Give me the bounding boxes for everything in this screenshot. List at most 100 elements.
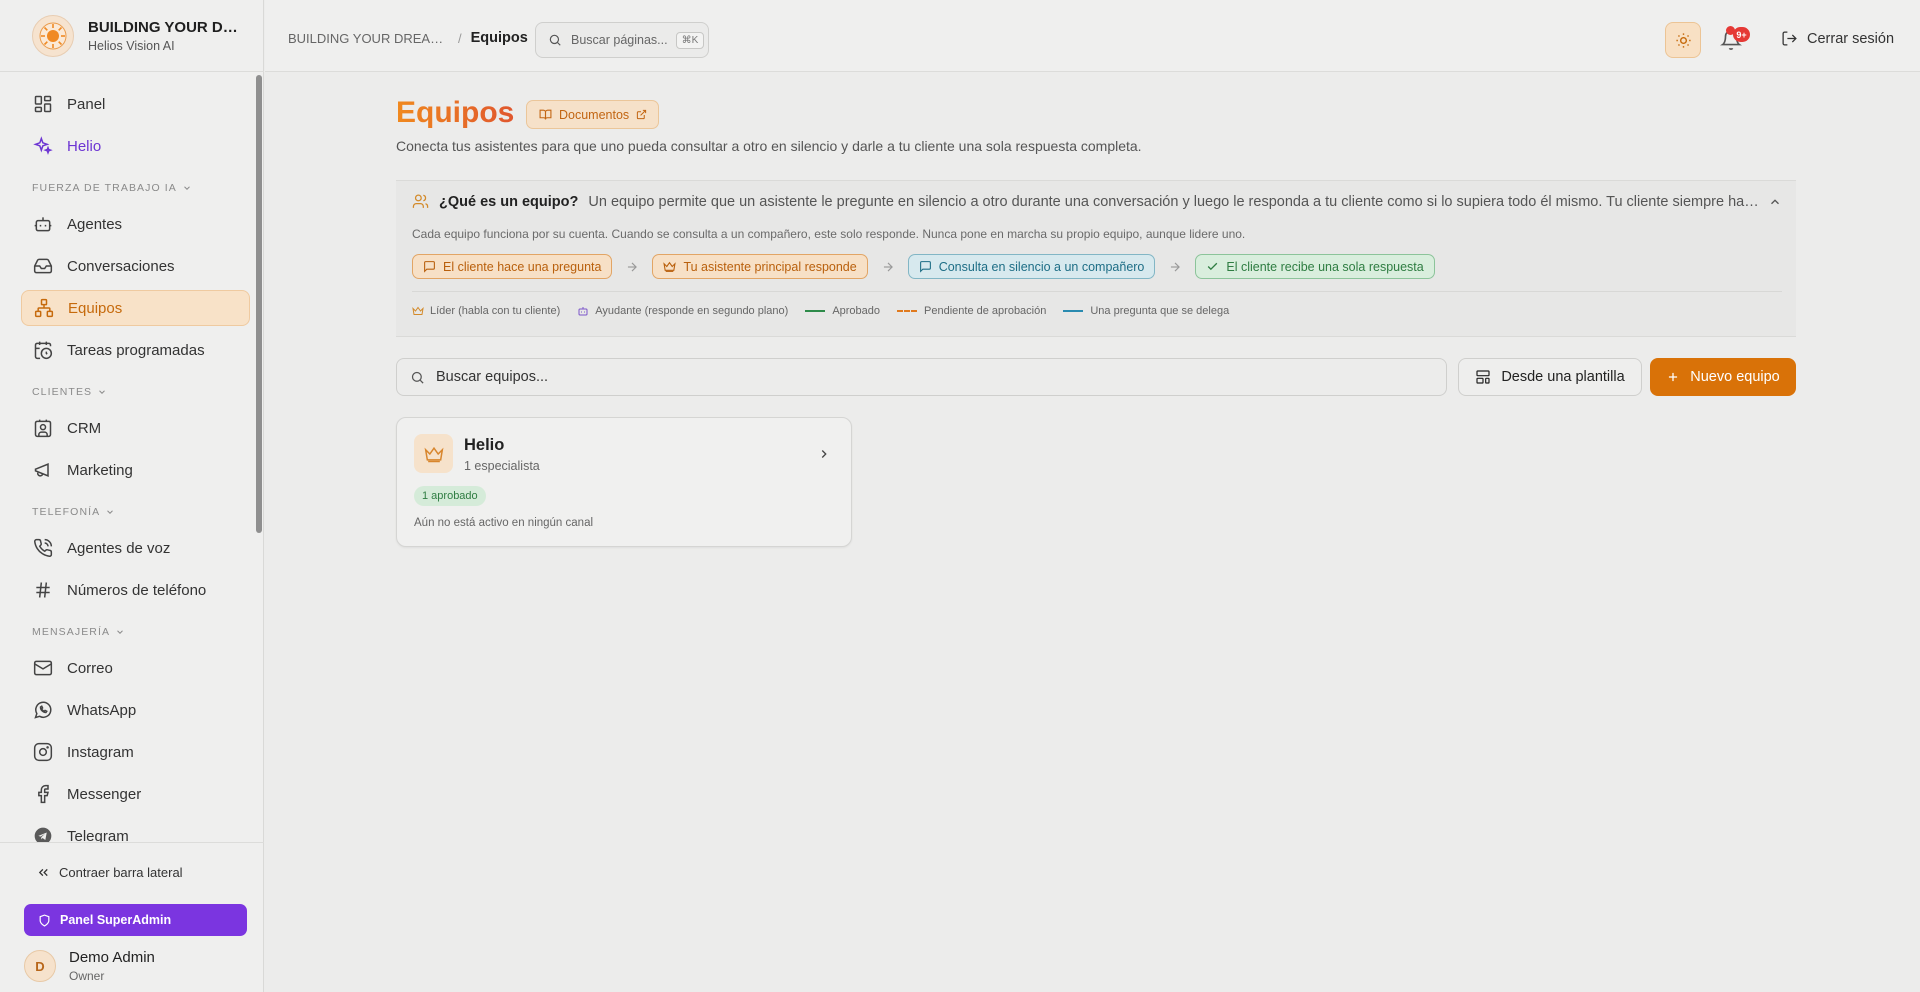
flow-steps: El cliente hace una pregunta Tu asistent…: [412, 254, 1435, 279]
documents-button[interactable]: Documentos: [526, 100, 660, 129]
legend-line-solid-blue: [1063, 310, 1084, 312]
breadcrumb-org[interactable]: BUILDING YOUR DREAMS TOGETHER: [288, 31, 450, 46]
sidebar-scrollbar[interactable]: [256, 75, 262, 533]
sidebar-item-label: Números de teléfono: [67, 581, 207, 599]
user-menu[interactable]: D Demo Admin Owner: [24, 949, 155, 983]
sidebar-item-scheduled-tasks[interactable]: Tareas programadas: [21, 332, 250, 368]
sidebar-item-instagram[interactable]: Instagram: [21, 734, 250, 770]
flow-step: El cliente hace una pregunta: [412, 254, 613, 279]
section-label: FUERZA DE TRABAJO IA: [32, 182, 177, 194]
team-name: Helio: [464, 436, 505, 454]
team-card[interactable]: Helio 1 especialista 1 aprobado Aún no e…: [396, 417, 852, 547]
info-header[interactable]: ¿Qué es un equipo? Un equipo permite que…: [412, 193, 1782, 210]
sun-icon: [1675, 32, 1691, 48]
sidebar-item-label: Helio: [67, 137, 102, 155]
chevron-up-icon[interactable]: [1768, 195, 1782, 209]
legend-label: Ayudante (responde en segundo plano): [595, 305, 789, 317]
sidebar-item-voice-agents[interactable]: Agentes de voz: [21, 530, 250, 566]
sidebar-item-conversations[interactable]: Conversaciones: [21, 248, 250, 284]
legend-line-dashed-orange: [897, 310, 918, 312]
inbox-icon: [33, 258, 53, 274]
flow-step-label: El cliente hace una pregunta: [443, 259, 602, 274]
sidebar-item-crm[interactable]: CRM: [21, 410, 250, 446]
documents-label: Documentos: [559, 107, 630, 122]
flow-step: Consulta en silencio a un compañero: [907, 254, 1156, 279]
collapse-sidebar-button[interactable]: Contraer barra lateral: [36, 865, 183, 880]
sidebar-item-phone-numbers[interactable]: Números de teléfono: [21, 572, 250, 608]
section-label: TELEFONÍA: [32, 506, 101, 518]
sidebar-item-helio[interactable]: Helio: [21, 128, 250, 164]
info-question: ¿Qué es un equipo?: [439, 193, 579, 210]
info-description: Un equipo permite que un asistente le pr…: [588, 193, 1761, 210]
users-icon: [412, 194, 429, 208]
check-icon: [1208, 262, 1218, 271]
crown-icon: [424, 446, 443, 462]
search-teams-input[interactable]: Buscar equipos...: [396, 358, 1447, 396]
status-badge: 1 aprobado: [414, 486, 486, 506]
flow-step-label: El cliente recibe una sola respuesta: [1226, 259, 1424, 274]
breadcrumb: BUILDING YOUR DREAMS TOGETHER / Equipos: [288, 30, 528, 46]
sidebar-item-marketing[interactable]: Marketing: [21, 452, 250, 488]
superadmin-label: Panel SuperAdmin: [60, 913, 172, 927]
sidebar-item-email[interactable]: Correo: [21, 650, 250, 686]
chevron-right-icon: [821, 450, 827, 458]
network-icon: [34, 298, 54, 318]
notification-count-badge: 9+: [1733, 27, 1750, 42]
sidebar-item-messenger[interactable]: Messenger: [21, 776, 250, 812]
section-messaging[interactable]: MENSAJERÍA: [21, 620, 244, 644]
arrow-right-icon: [1171, 262, 1181, 271]
contact-icon: [34, 419, 52, 438]
sidebar-item-label: Equipos: [68, 299, 123, 317]
chevron-down-icon: [117, 630, 123, 634]
sidebar-item-label: Messenger: [67, 785, 142, 803]
message-square-icon: [424, 261, 435, 273]
info-note: Cada equipo funciona por su cuenta. Cuan…: [412, 227, 1246, 241]
legend-line-solid-green: [805, 310, 826, 312]
team-channel-note: Aún no está activo en ningún canal: [414, 517, 594, 529]
flow-step-label: Tu asistente principal responde: [683, 259, 857, 274]
logout-button[interactable]: Cerrar sesión: [1781, 30, 1894, 47]
sidebar-item-teams[interactable]: Equipos: [21, 290, 250, 326]
sidebar-item-label: WhatsApp: [67, 701, 137, 719]
breadcrumb-current: Equipos: [470, 30, 528, 46]
sidebar-item-panel[interactable]: Panel: [21, 86, 250, 122]
brand-subtitle: Helios Vision AI: [88, 38, 175, 53]
message-square-icon: [919, 261, 931, 273]
new-team-button[interactable]: Nuevo equipo: [1650, 358, 1796, 396]
team-card-icon: [414, 434, 453, 473]
bot-icon: [578, 307, 588, 316]
section-label: MENSAJERÍA: [32, 626, 111, 638]
theme-toggle-button[interactable]: [1665, 22, 1701, 58]
book-open-icon: [539, 109, 552, 120]
search-icon: [549, 34, 561, 46]
search-pages-button[interactable]: Buscar páginas... ⌘K: [535, 22, 709, 58]
section-clients[interactable]: CLIENTES: [21, 380, 244, 404]
sidebar-item-label: Marketing: [67, 461, 133, 479]
brand-header[interactable]: BUILDING YOUR DREAMS TOGETHER Helios Vis…: [0, 0, 264, 72]
new-team-label: Nuevo equipo: [1690, 369, 1780, 385]
search-icon: [411, 371, 424, 384]
keyboard-shortcut: ⌘K: [675, 31, 705, 49]
dashboard-icon: [34, 95, 52, 113]
section-workforce[interactable]: FUERZA DE TRABAJO IA: [21, 176, 244, 200]
from-template-button[interactable]: Desde una plantilla: [1458, 358, 1642, 396]
superadmin-panel-button[interactable]: Panel SuperAdmin: [24, 904, 247, 936]
sidebar-item-label: Telegram: [67, 827, 129, 843]
user-role: Owner: [69, 969, 105, 983]
legend-label: Líder (habla con tu cliente): [430, 305, 561, 317]
sidebar-item-agents[interactable]: Agentes: [21, 206, 250, 242]
legend-label: Pendiente de aprobación: [924, 305, 1047, 317]
brand-name: BUILDING YOUR DREAMS TOGETHER: [88, 18, 248, 36]
divider: [412, 291, 1782, 292]
sidebar-nav: Panel Helio FUERZA DE TRABAJO IA Agentes…: [0, 72, 256, 842]
telegram-icon: [34, 827, 52, 842]
sidebar-item-label: CRM: [67, 419, 102, 437]
arrow-right-icon: [883, 262, 893, 271]
legend-item: Aprobado: [805, 305, 880, 317]
section-telephony[interactable]: TELEFONÍA: [21, 500, 244, 524]
sidebar: BUILDING YOUR DREAMS TOGETHER Helios Vis…: [0, 0, 264, 992]
sidebar-item-whatsapp[interactable]: WhatsApp: [21, 692, 250, 728]
external-link-icon: [637, 109, 647, 120]
legend-item: Ayudante (responde en segundo plano): [577, 305, 788, 317]
sidebar-item-telegram[interactable]: Telegram: [21, 818, 250, 842]
